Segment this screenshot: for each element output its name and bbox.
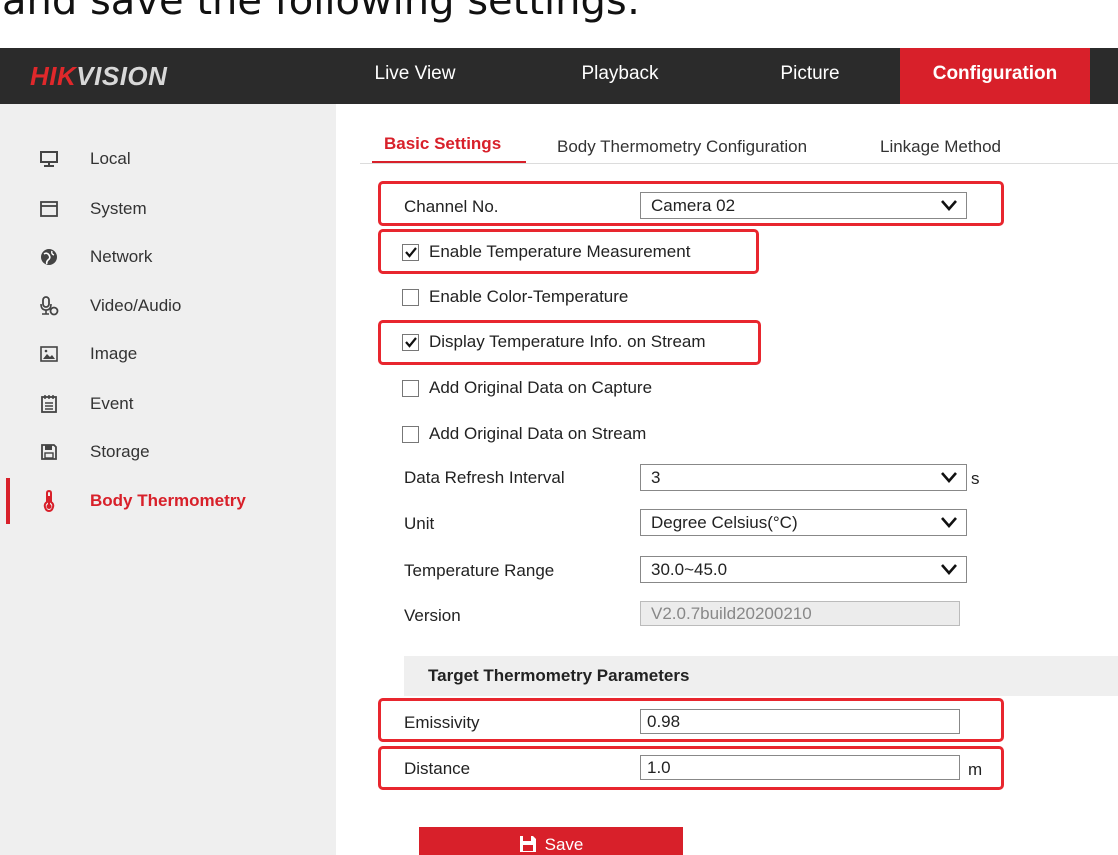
refresh-interval-label: Data Refresh Interval bbox=[404, 468, 565, 487]
distance-unit: m bbox=[968, 760, 983, 779]
sidebar-item-label: Storage bbox=[90, 442, 150, 461]
tab-linkage-method[interactable]: Linkage Method bbox=[880, 134, 1001, 164]
display-temperature-label: Display Temperature Info. on Stream bbox=[429, 332, 706, 351]
original-data-capture-row[interactable]: Add Original Data on Capture bbox=[402, 377, 652, 399]
sidebar-item-label: Local bbox=[90, 149, 131, 168]
image-icon bbox=[38, 343, 60, 365]
temperature-range-label: Temperature Range bbox=[404, 561, 555, 580]
enable-temperature-checkbox[interactable] bbox=[402, 243, 419, 261]
sidebar-item-network[interactable]: Network bbox=[0, 234, 336, 280]
thermometer-icon bbox=[38, 490, 60, 512]
enable-color-temperature-row[interactable]: Enable Color-Temperature bbox=[402, 286, 628, 308]
sidebar-item-label: Event bbox=[90, 394, 134, 413]
globe-icon bbox=[38, 246, 60, 268]
channel-select-value: Camera 02 bbox=[651, 196, 736, 215]
channel-select[interactable]: Camera 02 bbox=[640, 192, 967, 219]
original-data-capture-label: Add Original Data on Capture bbox=[429, 378, 653, 397]
emissivity-input[interactable]: 0.98 bbox=[640, 709, 960, 734]
nav-configuration[interactable]: Configuration bbox=[900, 48, 1090, 104]
unit-select[interactable]: Degree Celsius(°C) bbox=[640, 509, 967, 536]
sidebar-item-image[interactable]: Image bbox=[0, 331, 336, 377]
sidebar-item-label: System bbox=[90, 199, 147, 218]
unit-select-value: Degree Celsius(°C) bbox=[651, 513, 798, 532]
nav-playback[interactable]: Playback bbox=[530, 48, 710, 104]
sidebar-item-system[interactable]: System bbox=[0, 186, 336, 232]
enable-color-temperature-label: Enable Color-Temperature bbox=[429, 287, 629, 306]
display-temperature-row[interactable]: Display Temperature Info. on Stream bbox=[402, 331, 706, 353]
checkmark-icon bbox=[404, 337, 417, 348]
sidebar-item-video-audio[interactable]: Video/Audio bbox=[0, 283, 336, 329]
emissivity-label: Emissivity bbox=[404, 713, 480, 732]
refresh-interval-unit: s bbox=[971, 469, 980, 488]
floppy-disk-icon bbox=[38, 441, 60, 463]
temperature-range-value: 30.0~45.0 bbox=[651, 560, 728, 579]
sidebar-item-label: Network bbox=[90, 247, 153, 266]
refresh-interval-value: 3 bbox=[651, 468, 661, 487]
original-data-stream-row[interactable]: Add Original Data on Stream bbox=[402, 423, 646, 445]
tab-basic-settings[interactable]: Basic Settings bbox=[384, 131, 501, 161]
monitor-icon bbox=[38, 148, 60, 170]
original-data-capture-checkbox[interactable] bbox=[402, 379, 419, 397]
version-field: V2.0.7build20200210 bbox=[640, 601, 960, 626]
system-window-icon bbox=[38, 198, 60, 220]
sidebar-item-label: Image bbox=[90, 344, 138, 363]
enable-color-temperature-checkbox[interactable] bbox=[402, 288, 419, 306]
save-button[interactable]: Save bbox=[419, 827, 683, 855]
calendar-icon bbox=[38, 393, 60, 415]
microphone-gear-icon bbox=[38, 295, 60, 317]
tab-body-thermometry-configuration[interactable]: Body Thermometry Configuration bbox=[557, 134, 807, 164]
instruction-caption: and save the following settings: bbox=[2, 0, 641, 24]
temperature-range-select[interactable]: 30.0~45.0 bbox=[640, 556, 967, 583]
top-navigation-bar: HIKVISION Live View Playback Picture Con… bbox=[0, 48, 1118, 104]
chevron-down-icon bbox=[941, 472, 957, 483]
display-temperature-checkbox[interactable] bbox=[402, 333, 419, 351]
sidebar-item-event[interactable]: Event bbox=[0, 381, 336, 427]
unit-label: Unit bbox=[404, 514, 435, 533]
target-parameters-title: Target Thermometry Parameters bbox=[428, 666, 690, 685]
distance-input[interactable]: 1.0 bbox=[640, 755, 960, 780]
floppy-disk-icon bbox=[519, 836, 536, 852]
distance-label: Distance bbox=[404, 759, 471, 778]
nav-picture[interactable]: Picture bbox=[720, 48, 900, 104]
enable-temperature-label: Enable Temperature Measurement bbox=[429, 242, 691, 261]
enable-temperature-row[interactable]: Enable Temperature Measurement bbox=[402, 241, 690, 263]
sidebar-item-body-thermometry[interactable]: Body Thermometry bbox=[0, 478, 336, 524]
tab-divider bbox=[360, 163, 1118, 164]
sidebar-item-local[interactable]: Local bbox=[0, 136, 336, 182]
sidebar-item-storage[interactable]: Storage bbox=[0, 429, 336, 475]
chevron-down-icon bbox=[941, 200, 957, 211]
sidebar-item-label: Video/Audio bbox=[90, 296, 182, 315]
chevron-down-icon bbox=[941, 564, 957, 575]
original-data-stream-checkbox[interactable] bbox=[402, 425, 419, 443]
sidebar-item-label: Body Thermometry bbox=[90, 491, 246, 510]
nav-live-view[interactable]: Live View bbox=[340, 48, 490, 104]
channel-label: Channel No. bbox=[404, 197, 499, 216]
refresh-interval-select[interactable]: 3 bbox=[640, 464, 967, 491]
original-data-stream-label: Add Original Data on Stream bbox=[429, 424, 647, 443]
chevron-down-icon bbox=[941, 517, 957, 528]
hikvision-logo: HIKVISION bbox=[30, 61, 168, 91]
version-label: Version bbox=[404, 606, 461, 625]
checkmark-icon bbox=[404, 247, 417, 258]
save-button-label: Save bbox=[544, 835, 584, 854]
